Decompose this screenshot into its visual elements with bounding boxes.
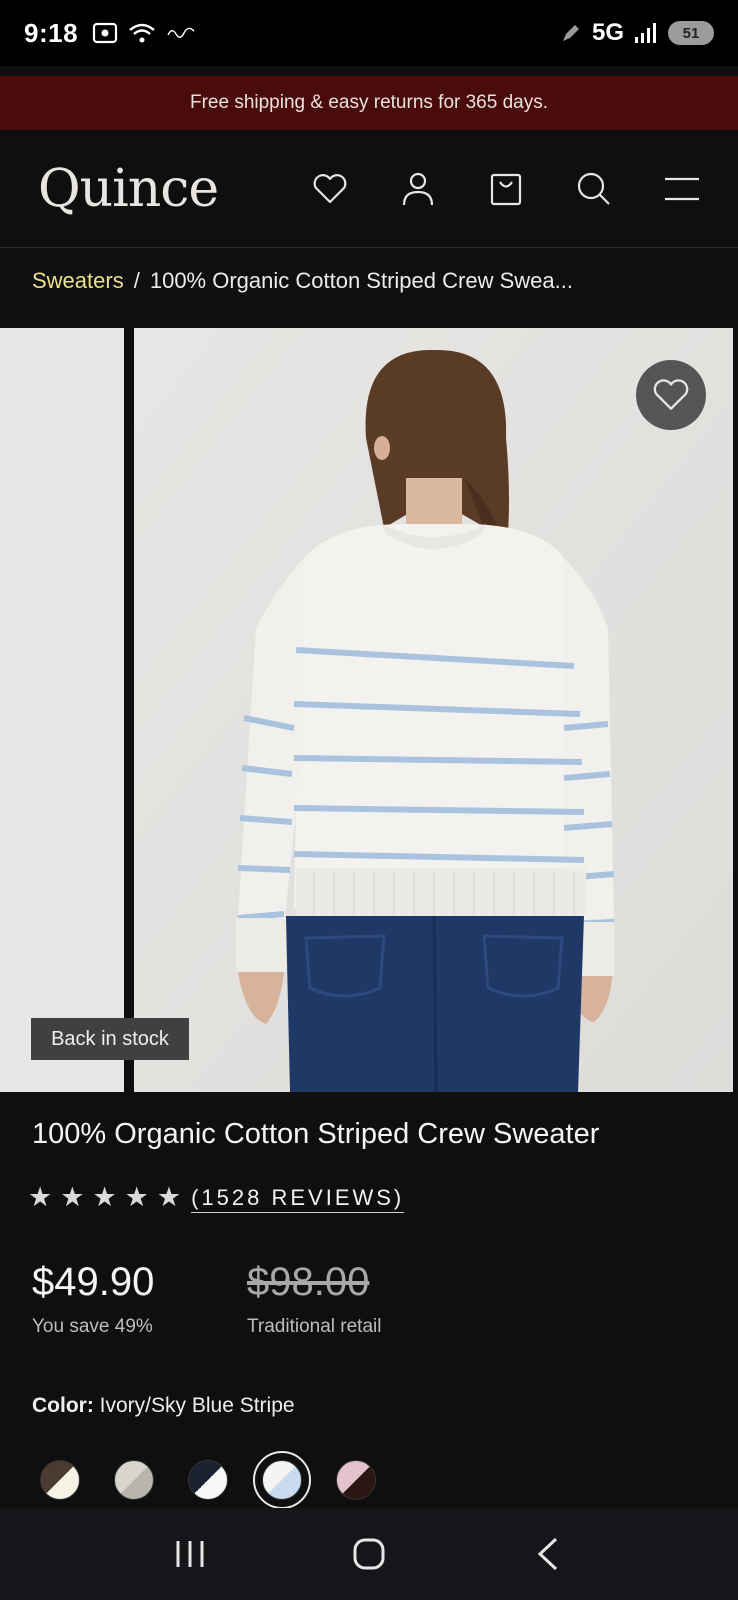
bag-button[interactable] [488,171,524,207]
search-button[interactable] [576,171,612,207]
color-value: Ivory/Sky Blue Stripe [99,1394,295,1417]
product-image[interactable] [134,328,733,1092]
status-bar: 9:18 5G 51 [0,0,738,66]
signal-icon [635,23,656,43]
breadcrumb-current: 100% Organic Cotton Striped Crew Swea... [149,268,573,293]
reviews-count: (1528 REVIEWS) [191,1184,405,1213]
star-icon: ★ [92,1182,117,1212]
app-notification-icon [167,27,195,38]
menu-button[interactable] [664,171,700,207]
product-gallery[interactable]: Back in stock [0,328,738,1092]
screenshot-icon [92,22,118,44]
star-icon: ★ [156,1182,182,1212]
sale-price: $49.90 [32,1260,155,1304]
reviews-link[interactable]: (1528 REVIEWS) [191,1184,405,1213]
favorite-image-button[interactable] [636,360,706,430]
header-icons [312,171,700,207]
network-label: 5G [591,19,624,46]
menu-icon [665,177,699,200]
star-icon: ★ [124,1182,149,1212]
status-right-icons: 5G 51 [560,19,714,47]
recent-apps-button[interactable] [160,1524,220,1584]
color-swatch[interactable] [114,1460,154,1500]
system-nav-bar [0,1508,738,1600]
color-swatch[interactable] [188,1460,228,1500]
account-button[interactable] [400,171,436,207]
retail-price: $98.00 [247,1260,370,1304]
breadcrumb-separator: / [133,268,140,293]
product-rating: ★ ★ ★ ★ ★ (1528 REVIEWS) [28,1184,405,1213]
selected-swatch-ring[interactable] [253,1451,311,1509]
home-icon [353,1538,385,1570]
pen-icon [562,25,579,41]
bag-icon [490,173,522,205]
battery-indicator: 51 [668,21,714,45]
color-swatch[interactable] [336,1460,376,1500]
color-selection: Color: Ivory/Sky Blue Stripe [32,1394,295,1418]
color-swatch[interactable] [40,1460,80,1500]
promo-banner[interactable]: Free shipping & easy returns for 365 day… [0,76,738,130]
home-button[interactable] [339,1524,399,1584]
heart-icon [313,173,347,203]
search-icon [577,172,610,205]
status-left-icons [92,21,196,45]
breadcrumb: Sweaters / 100% Organic Cotton Striped C… [32,268,573,294]
color-swatch[interactable] [262,1460,302,1500]
breadcrumb-link-sweaters[interactable]: Sweaters [32,268,124,294]
account-icon [402,172,434,205]
heart-icon [653,379,689,410]
star-icon: ★ [28,1182,53,1212]
retail-label: Traditional retail [247,1316,382,1337]
recent-apps-icon [176,1541,204,1567]
wifi-icon [129,23,155,43]
back-icon [538,1537,558,1571]
site-header: Quince [0,130,738,248]
star-icon: ★ [60,1182,85,1212]
product-photo [134,328,733,1092]
back-in-stock-badge: Back in stock [31,1018,189,1060]
promo-text: Free shipping & easy returns for 365 day… [189,92,549,113]
product-title: 100% Organic Cotton Striped Crew Sweater [32,1118,600,1150]
battery-level: 51 [682,24,700,42]
brand-logo[interactable]: Quince [38,159,219,219]
rating-stars: ★ ★ ★ ★ ★ [28,1184,181,1211]
status-time: 9:18 [24,17,79,48]
back-button[interactable] [518,1524,578,1584]
previous-product-image[interactable] [0,328,124,1092]
savings-text: You save 49% [32,1316,153,1337]
color-swatches [40,1451,376,1509]
color-label: Color: [32,1394,94,1417]
wishlist-button[interactable] [312,171,348,207]
